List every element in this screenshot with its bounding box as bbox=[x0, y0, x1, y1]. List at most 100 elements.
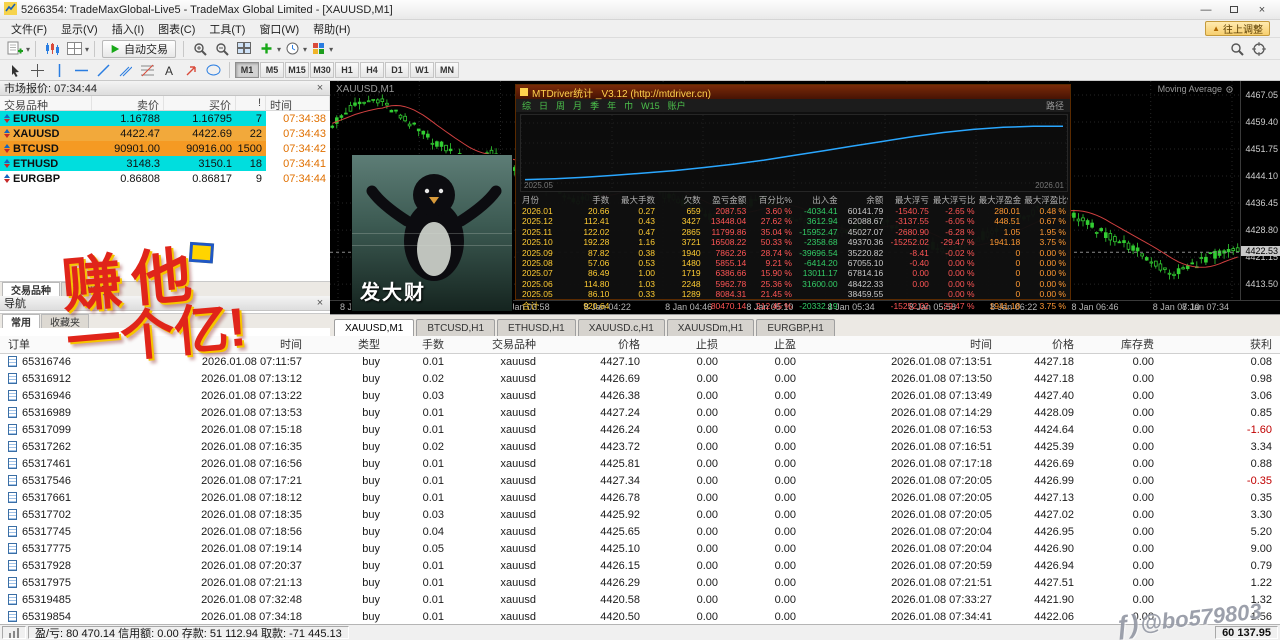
order-row[interactable]: 65317775 2026.01.08 07:19:14 buy 0.05 xauusd… bbox=[0, 540, 1280, 557]
trendline-icon[interactable] bbox=[92, 61, 114, 79]
timeframe-d1[interactable]: D1 bbox=[385, 62, 409, 78]
stats-menu-item[interactable]: 账户 bbox=[668, 99, 686, 112]
chart-tab[interactable]: XAUUSDm,H1 bbox=[666, 319, 755, 336]
order-row[interactable]: 65317745 2026.01.08 07:18:56 buy 0.04 xauusd… bbox=[0, 523, 1280, 540]
close-button[interactable]: × bbox=[1248, 1, 1276, 19]
order-row[interactable]: 65317661 2026.01.08 07:18:12 buy 0.01 xauusd… bbox=[0, 489, 1280, 506]
navigator-tab[interactable]: 常用 bbox=[2, 314, 40, 329]
market-watch-column[interactable]: 交易品种 bbox=[0, 96, 92, 112]
timeframe-w1[interactable]: W1 bbox=[410, 62, 434, 78]
market-watch-column[interactable]: 卖价 bbox=[92, 96, 164, 112]
periods-icon[interactable] bbox=[281, 40, 303, 58]
close-icon[interactable]: × bbox=[314, 297, 326, 309]
stats-menu-item[interactable]: 综 bbox=[522, 99, 531, 112]
chart-tab[interactable]: XAUUSD.c,H1 bbox=[577, 319, 665, 336]
crosshair-icon[interactable] bbox=[26, 61, 48, 79]
stats-menu-item[interactable]: 巾 bbox=[624, 99, 633, 112]
arrow-icon[interactable] bbox=[180, 61, 202, 79]
close-icon[interactable]: × bbox=[314, 82, 326, 94]
stats-menu-item[interactable]: 年 bbox=[607, 99, 616, 112]
menu-item[interactable]: 文件(F) bbox=[4, 24, 54, 36]
fibonacci-icon[interactable] bbox=[136, 61, 158, 79]
order-row[interactable]: 65319485 2026.01.08 07:32:48 buy 0.01 xauusd… bbox=[0, 591, 1280, 608]
restore-button[interactable] bbox=[1220, 1, 1248, 19]
menu-item[interactable]: 图表(C) bbox=[151, 24, 202, 36]
order-row[interactable]: 65316989 2026.01.08 07:13:53 buy 0.01 xauusd… bbox=[0, 404, 1280, 421]
orders-column-header[interactable]: 价格 bbox=[544, 336, 648, 354]
new-order-icon[interactable] bbox=[4, 40, 26, 58]
orders-column-header[interactable]: 止盈 bbox=[726, 336, 804, 354]
chart-tab[interactable]: XAUUSD,M1 bbox=[334, 319, 415, 336]
chart-tab[interactable]: BTCUSD,H1 bbox=[416, 319, 496, 336]
timeframe-m15[interactable]: M15 bbox=[285, 62, 309, 78]
market-watch-row-ethusd[interactable]: ETHUSD 3148.3 3150.1 18 07:34:41 bbox=[0, 156, 330, 171]
text-icon[interactable]: A bbox=[158, 61, 180, 79]
dropdown-arrow-icon[interactable]: ▾ bbox=[85, 43, 89, 55]
zoom-out-icon[interactable] bbox=[211, 40, 233, 58]
stats-menu-item[interactable]: 月 bbox=[573, 99, 582, 112]
order-row[interactable]: 65319854 2026.01.08 07:34:18 buy 0.01 xauusd… bbox=[0, 608, 1280, 624]
stats-menu-item[interactable]: 周 bbox=[556, 99, 565, 112]
stats-menu-item[interactable]: 日 bbox=[539, 99, 548, 112]
order-row[interactable]: 65317099 2026.01.08 07:15:18 buy 0.01 xauusd… bbox=[0, 421, 1280, 438]
order-row[interactable]: 65317262 2026.01.08 07:16:35 buy 0.02 xauusd… bbox=[0, 438, 1280, 455]
timeframe-m5[interactable]: M5 bbox=[260, 62, 284, 78]
menu-item[interactable]: 帮助(H) bbox=[306, 24, 357, 36]
shapes-icon[interactable] bbox=[202, 61, 224, 79]
menu-item[interactable]: 显示(V) bbox=[54, 24, 105, 36]
dropdown-arrow-icon[interactable]: ▾ bbox=[329, 43, 333, 55]
indicators-icon[interactable] bbox=[255, 40, 277, 58]
stats-menu-item[interactable]: W15 bbox=[641, 101, 660, 111]
market-watch-column[interactable]: ! bbox=[236, 96, 266, 110]
layout-icon[interactable] bbox=[63, 40, 85, 58]
order-row[interactable]: 65316912 2026.01.08 07:13:12 buy 0.02 xauusd… bbox=[0, 370, 1280, 387]
timeframe-mn[interactable]: MN bbox=[435, 62, 459, 78]
chart-window[interactable]: XAUUSD,M1 Moving Average 4467.05 4459.40 4… bbox=[330, 81, 1280, 336]
zoom-in-icon[interactable] bbox=[189, 40, 211, 58]
tile-windows-icon[interactable] bbox=[233, 40, 255, 58]
stats-path-label[interactable]: 路径 bbox=[1046, 99, 1064, 112]
market-watch-row-xauusd[interactable]: XAUUSD 4422.47 4422.69 22 07:34:43 bbox=[0, 126, 330, 141]
menu-item[interactable]: 插入(I) bbox=[105, 24, 151, 36]
templates-icon[interactable] bbox=[307, 40, 329, 58]
target-icon[interactable] bbox=[1248, 40, 1270, 58]
order-row[interactable]: 65317702 2026.01.08 07:18:35 buy 0.03 xauusd… bbox=[0, 506, 1280, 523]
timeframe-m1[interactable]: M1 bbox=[235, 62, 259, 78]
market-watch-row-eurusd[interactable]: EURUSD 1.16788 1.16795 7 07:34:38 bbox=[0, 111, 330, 126]
order-row[interactable]: 65316946 2026.01.08 07:13:22 buy 0.03 xauusd… bbox=[0, 387, 1280, 404]
orders-column-header[interactable]: 类型 bbox=[310, 336, 388, 354]
price-axis[interactable]: 4467.05 4459.40 4451.75 4444.10 4436.45 4428.… bbox=[1240, 81, 1280, 300]
cursor-icon[interactable] bbox=[4, 61, 26, 79]
search-icon[interactable] bbox=[1226, 40, 1248, 58]
auto-trading-button[interactable]: 自动交易 bbox=[102, 39, 177, 58]
orders-column-header[interactable]: 时间 bbox=[804, 336, 1000, 354]
dropdown-arrow-icon[interactable]: ▾ bbox=[26, 43, 30, 55]
market-watch-column[interactable]: 时间 bbox=[266, 96, 330, 112]
market-watch-row-btcusd[interactable]: BTCUSD 90901.00 90916.00 1500 07:34:42 bbox=[0, 141, 330, 156]
vline-icon[interactable] bbox=[48, 61, 70, 79]
orders-column-header[interactable]: 价格 bbox=[1000, 336, 1082, 354]
order-row[interactable]: 65317975 2026.01.08 07:21:13 buy 0.01 xauusd… bbox=[0, 574, 1280, 591]
timeframe-h4[interactable]: H4 bbox=[360, 62, 384, 78]
orders-column-header[interactable]: 交易品种 bbox=[452, 336, 544, 354]
market-watch-row-eurgbp[interactable]: EURGBP 0.86808 0.86817 9 07:34:44 bbox=[0, 171, 330, 186]
market-watch-column[interactable]: 买价 bbox=[164, 96, 236, 112]
minimize-button[interactable]: — bbox=[1192, 1, 1220, 19]
stats-menu-item[interactable]: 季 bbox=[590, 99, 599, 112]
adjust-up-button[interactable]: ▲ 往上调整 bbox=[1205, 21, 1270, 36]
orders-column-header[interactable]: 手数 bbox=[388, 336, 452, 354]
hline-icon[interactable] bbox=[70, 61, 92, 79]
order-row[interactable]: 65317461 2026.01.08 07:16:56 buy 0.01 xauusd… bbox=[0, 455, 1280, 472]
chart-type-icon[interactable] bbox=[41, 40, 63, 58]
stats-panel-titlebar[interactable]: MTDriver统计 _V3.12 (http://mtdriver.cn) bbox=[516, 85, 1070, 100]
orders-column-header[interactable]: 获利 bbox=[1162, 336, 1280, 354]
orders-column-header[interactable]: 止损 bbox=[648, 336, 726, 354]
chart-tab[interactable]: ETHUSD,H1 bbox=[497, 319, 576, 336]
orders-column-header[interactable]: 库存费 bbox=[1082, 336, 1162, 354]
order-row[interactable]: 65317928 2026.01.08 07:20:37 buy 0.01 xauusd… bbox=[0, 557, 1280, 574]
order-row[interactable]: 65317546 2026.01.08 07:17:21 buy 0.01 xauusd… bbox=[0, 472, 1280, 489]
menu-item[interactable]: 工具(T) bbox=[202, 24, 252, 36]
timeframe-h1[interactable]: H1 bbox=[335, 62, 359, 78]
menu-item[interactable]: 窗口(W) bbox=[252, 24, 306, 36]
channel-icon[interactable] bbox=[114, 61, 136, 79]
